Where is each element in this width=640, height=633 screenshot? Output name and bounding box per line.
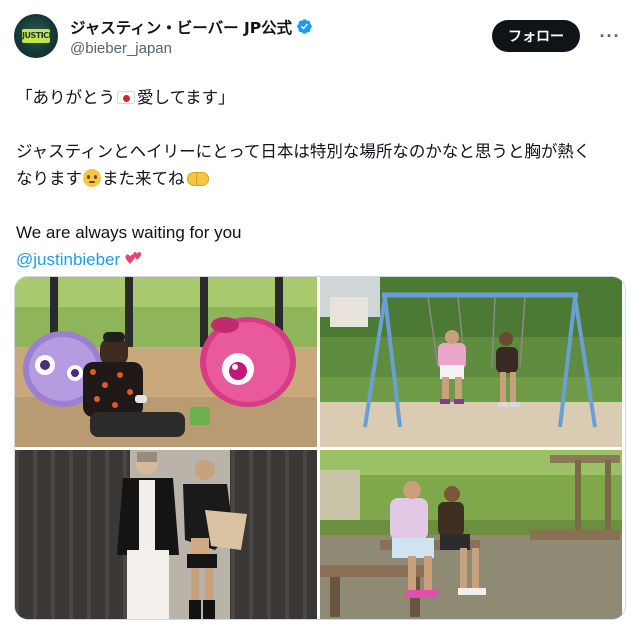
tweet-text: 「ありがとう 愛してます」 ジャスティンとヘイリーにとって日本は特別な場所なのかな… — [16, 84, 626, 273]
display-name[interactable]: ジャスティン・ビーバー JP公式 — [70, 16, 292, 38]
display-name-row: ジャスティン・ビーバー JP公式 — [70, 16, 313, 38]
pleading-face-icon — [83, 169, 101, 187]
tweet-line-1-close: 愛してます」 — [137, 88, 235, 107]
photo-leather-jackets[interactable] — [15, 450, 317, 619]
tweet-line-4: We are always waiting for you — [16, 223, 242, 242]
follow-button[interactable]: フォロー — [492, 20, 580, 52]
photo-leather-jackets-image — [15, 450, 317, 619]
heart-hands-icon — [186, 170, 209, 186]
tweet-line-3-mid: また来てね — [102, 169, 185, 188]
photo-sofa-plushies[interactable] — [15, 277, 317, 447]
account-names: ジャスティン・ビーバー JP公式 @bieber_japan — [70, 16, 313, 57]
japan-flag-icon — [117, 91, 135, 104]
photo-swings-image — [320, 277, 622, 447]
more-options-icon[interactable]: ··· — [596, 24, 624, 48]
tweet-line-5: @justinbieber ♥ ♥ — [16, 246, 626, 273]
tweet-line-3-start: なります — [16, 169, 82, 188]
photo-swings[interactable] — [320, 277, 622, 447]
photo-garden-bench[interactable] — [320, 450, 622, 619]
photo-sofa-plushies-image — [15, 277, 317, 447]
tweet-line-2: ジャスティンとヘイリーにとって日本は特別な場所なのかなと思うと胸が熱く — [16, 142, 591, 161]
verified-badge-icon — [297, 19, 312, 34]
account-handle[interactable]: @bieber_japan — [70, 40, 313, 57]
tweet-line-1: 「ありがとう 愛してます」 — [16, 84, 626, 111]
tweet-line-1-open: 「ありがとう — [16, 88, 115, 107]
avatar[interactable]: JUSTICE — [14, 14, 58, 58]
media-grid — [14, 276, 626, 620]
tweet-card: JUSTICE ジャスティン・ビーバー JP公式 @bieber_japan フ… — [0, 0, 640, 633]
avatar-logo: JUSTICE — [22, 29, 54, 43]
tweet-line-3: なります また来てね — [16, 165, 626, 192]
photo-garden-bench-image — [320, 450, 622, 619]
tweet-header: JUSTICE ジャスティン・ビーバー JP公式 @bieber_japan フ… — [14, 12, 626, 60]
revolving-hearts-icon: ♥ ♥ — [124, 250, 143, 268]
mention-link[interactable]: @justinbieber — [16, 250, 120, 269]
